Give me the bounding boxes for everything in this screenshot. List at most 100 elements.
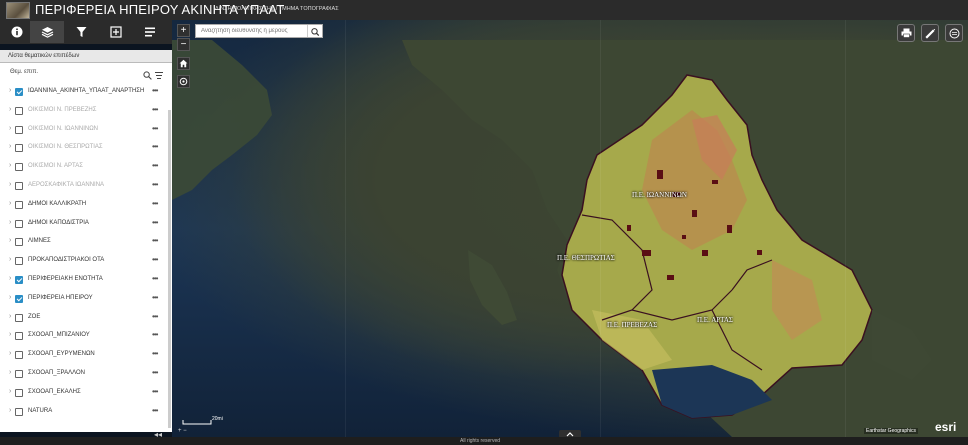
info-tool-button[interactable]: [0, 21, 34, 43]
chevron-right-icon[interactable]: ›: [9, 388, 11, 395]
layer-row[interactable]: › ΟΙΚΙΣΜΟΙ Ν. ΙΩΑΝΝΙΝΩΝ •••: [0, 121, 172, 140]
layer-name: ΛΙΜΝΕΣ: [28, 238, 51, 245]
map-view[interactable]: Π.Ε. ΙΩΑΝΝΙΝΩΝ Π.Ε. ΘΕΣΠΡΩΤΙΑΣ Π.Ε. ΠΡΕΒ…: [172, 20, 968, 437]
zoom-in-button[interactable]: +: [177, 24, 190, 37]
chevron-right-icon[interactable]: ›: [9, 237, 11, 244]
chevron-right-icon[interactable]: ›: [9, 162, 11, 169]
layer-row[interactable]: › NATURA •••: [0, 403, 172, 422]
chevron-right-icon[interactable]: ›: [9, 125, 11, 132]
layer-visibility-checkbox[interactable]: [15, 313, 23, 322]
more-options-icon[interactable]: •••: [152, 199, 158, 208]
app-header: ΠΕΡΙΦΕΡΕΙΑ ΗΠΕΙΡΟΥ ΑΚΙΝΗΤΑ ΥΠΑΑΤ Δ/ΝΣΗ Π…: [0, 0, 968, 20]
layer-visibility-checkbox[interactable]: [15, 407, 23, 416]
chevron-right-icon[interactable]: ›: [9, 106, 11, 113]
layer-visibility-checkbox[interactable]: [15, 351, 23, 360]
chevron-right-icon[interactable]: ›: [9, 331, 11, 338]
select-tool-button[interactable]: [99, 21, 133, 43]
more-options-icon[interactable]: •••: [152, 293, 158, 302]
layer-options-button[interactable]: [154, 67, 164, 79]
more-options-icon[interactable]: •••: [152, 86, 158, 95]
more-options-icon[interactable]: •••: [152, 142, 158, 151]
layer-name: ΟΙΚΙΣΜΟΙ Ν. ΘΕΣΠΡΩΤΙΑΣ: [28, 144, 103, 151]
layer-visibility-checkbox[interactable]: [15, 370, 23, 378]
measure-button[interactable]: [921, 24, 939, 42]
chevron-right-icon[interactable]: ›: [9, 87, 11, 94]
layer-visibility-checkbox[interactable]: [15, 257, 23, 266]
more-options-icon[interactable]: •••: [152, 124, 158, 133]
scale-label: 20mi: [212, 416, 223, 422]
more-options-icon[interactable]: •••: [152, 387, 158, 396]
more-options-icon[interactable]: •••: [152, 255, 158, 264]
layer-visibility-checkbox[interactable]: [15, 163, 23, 172]
more-options-icon[interactable]: •••: [152, 274, 158, 283]
search-button[interactable]: [307, 25, 322, 37]
chevron-right-icon[interactable]: ›: [9, 313, 11, 320]
more-options-icon[interactable]: •••: [152, 218, 158, 227]
layer-visibility-checkbox[interactable]: [15, 388, 23, 397]
more-options-icon[interactable]: •••: [152, 312, 158, 321]
layer-row[interactable]: › ΟΙΚΙΣΜΟΙ Ν. ΘΕΣΠΡΩΤΙΑΣ •••: [0, 139, 172, 158]
zoom-mini-controls[interactable]: + −: [178, 428, 187, 434]
legend-tool-button[interactable]: [133, 21, 167, 43]
more-options-icon[interactable]: •••: [152, 349, 158, 358]
more-options-icon[interactable]: •••: [152, 236, 158, 245]
info-icon: [11, 26, 23, 38]
layer-visibility-checkbox[interactable]: [15, 276, 23, 284]
locate-button[interactable]: [177, 75, 190, 88]
more-options-icon[interactable]: •••: [152, 368, 158, 377]
chevron-right-icon[interactable]: ›: [9, 200, 11, 207]
more-options-icon[interactable]: •••: [152, 180, 158, 189]
layer-visibility-checkbox[interactable]: [15, 219, 23, 228]
search-layers-button[interactable]: [143, 67, 153, 80]
chevron-right-icon[interactable]: ›: [9, 143, 11, 150]
layer-name: ΠΡΟΚΑΠΟΔΙΣΤΡΙΑΚΟΙ ΟΤΑ: [28, 257, 105, 264]
layer-row[interactable]: › ZOE •••: [0, 309, 172, 328]
search-input[interactable]: [196, 25, 313, 37]
more-options-icon[interactable]: •••: [152, 161, 158, 170]
basemap-button[interactable]: [945, 24, 963, 42]
home-button[interactable]: [177, 57, 190, 70]
layer-list-scrollbar[interactable]: [168, 110, 171, 428]
layer-row[interactable]: › ΔΗΜΟΙ ΚΑΛΛΙΚΡΑΤΗ •••: [0, 196, 172, 215]
print-button[interactable]: [897, 24, 915, 42]
layer-row[interactable]: › ΠΕΡΙΦΕΡΕΙΑ ΗΠΕΙΡΟΥ •••: [0, 290, 172, 309]
layer-row[interactable]: › ΟΙΚΙΣΜΟΙ Ν. ΠΡΕΒΕΖΗΣ •••: [0, 102, 172, 121]
chevron-right-icon[interactable]: ›: [9, 350, 11, 357]
layer-row[interactable]: › ΠΕΡΙΦΕΡΕΙΑΚΗ ΕΝΟΤΗΤΑ •••: [0, 271, 172, 290]
layer-row[interactable]: › ΣΧΟΟΑΠ_ΕΚΑΛΗΣ •••: [0, 384, 172, 403]
filter-tool-button[interactable]: [64, 21, 98, 43]
layer-row[interactable]: › ΣΧΟΟΑΠ_ΕΥΡΥΜΕΝΩΝ •••: [0, 346, 172, 365]
layer-visibility-checkbox[interactable]: [15, 88, 23, 96]
layer-row[interactable]: › ΟΙΚΙΣΜΟΙ Ν. ΑΡΤΑΣ •••: [0, 158, 172, 177]
layer-name: ΔΗΜΟΙ ΚΑΠΟΔΙΣΤΡΙΑ: [28, 219, 89, 226]
search-icon: [143, 71, 152, 80]
more-options-icon[interactable]: •••: [152, 105, 158, 114]
layer-visibility-checkbox[interactable]: [15, 182, 23, 190]
layer-row[interactable]: › ΣΧΟΟΑΠ_ΞΡΑΛΛΟΝ •••: [0, 365, 172, 384]
layer-visibility-checkbox[interactable]: [15, 294, 23, 303]
zoom-out-button[interactable]: −: [177, 38, 190, 51]
layer-visibility-checkbox[interactable]: [15, 106, 23, 115]
layer-visibility-checkbox[interactable]: [15, 332, 23, 341]
layer-visibility-checkbox[interactable]: [15, 144, 23, 153]
chevron-right-icon[interactable]: ›: [9, 219, 11, 226]
layer-row[interactable]: › ΑΕΡΟΣΚΑΦΙΚΤΑ ΙΩΑΝΝΙΝΑ •••: [0, 177, 172, 196]
chevron-right-icon[interactable]: ›: [9, 294, 11, 301]
layer-row[interactable]: › ΔΗΜΟΙ ΚΑΠΟΔΙΣΤΡΙΑ •••: [0, 215, 172, 234]
layer-row[interactable]: › ΣΧΟΟΑΠ_ΜΠΙΖΑΝΙΟΥ •••: [0, 327, 172, 346]
layers-tool-button[interactable]: [30, 21, 64, 43]
chevron-right-icon[interactable]: ›: [9, 256, 11, 263]
more-options-icon[interactable]: •••: [152, 406, 158, 415]
layer-visibility-checkbox[interactable]: [15, 200, 23, 209]
chevron-right-icon[interactable]: ›: [9, 369, 11, 376]
layers-icon: [41, 27, 53, 38]
chevron-right-icon[interactable]: ›: [9, 407, 11, 414]
layer-visibility-checkbox[interactable]: [15, 238, 23, 247]
layer-visibility-checkbox[interactable]: [15, 125, 23, 134]
chevron-right-icon[interactable]: ›: [9, 275, 11, 282]
layer-row[interactable]: › ΠΡΟΚΑΠΟΔΙΣΤΡΙΑΚΟΙ ΟΤΑ •••: [0, 252, 172, 271]
more-options-icon[interactable]: •••: [152, 330, 158, 339]
chevron-right-icon[interactable]: ›: [9, 181, 11, 188]
layer-row[interactable]: › ΛΙΜΝΕΣ •••: [0, 233, 172, 252]
layer-row[interactable]: › ΙΩΑΝΝΙΝΑ_ΑΚΙΝΗΤΑ_ΥΠΑΑΤ_ΑΝΑΡΤΗΣΗ •••: [0, 83, 172, 102]
